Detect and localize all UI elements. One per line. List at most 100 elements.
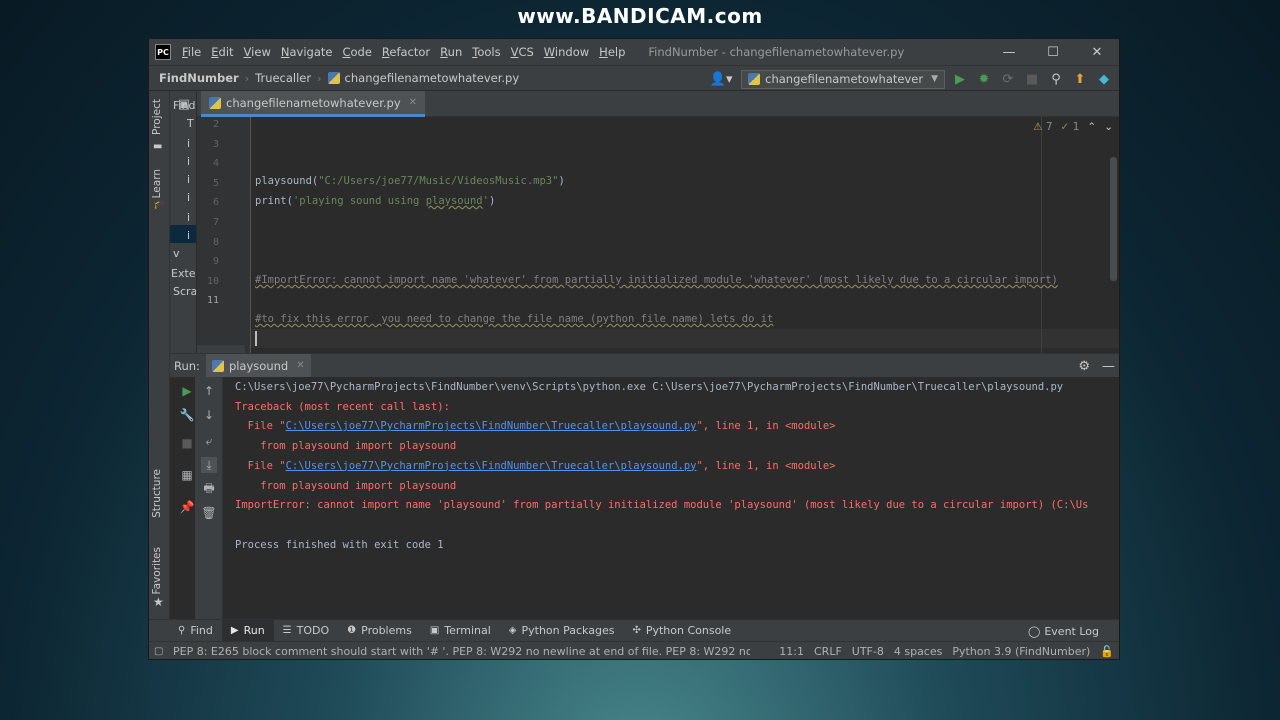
- learn-tool-button[interactable]: Learn: [151, 169, 163, 198]
- console-text: from playsound import playsound: [235, 479, 457, 492]
- run-configuration-select[interactable]: changefilenametowhatever ▼: [741, 69, 945, 89]
- menu-vcs[interactable]: VCS: [506, 45, 539, 59]
- print-icon[interactable]: 🖶: [201, 481, 217, 497]
- tab-todo[interactable]: ☰ TODO: [274, 620, 338, 642]
- project-tree-item[interactable]: Exter: [171, 267, 196, 280]
- close-button[interactable]: ✕: [1075, 39, 1119, 65]
- lock-icon[interactable]: 🔓: [1095, 645, 1119, 658]
- tab-run[interactable]: ▶ Run: [221, 619, 274, 642]
- breadcrumb-file[interactable]: changefilenametowhatever.py: [324, 71, 524, 85]
- settings-gear-icon[interactable]: ⚙: [1078, 359, 1090, 374]
- warning-count[interactable]: ⚠ 7: [1033, 121, 1052, 133]
- file-encoding[interactable]: UTF-8: [847, 645, 889, 658]
- menu-refactor[interactable]: Refactor: [377, 45, 435, 59]
- toggle-tool-windows-icon[interactable]: ▢: [154, 646, 163, 657]
- project-tool-button[interactable]: Project: [151, 99, 163, 135]
- menu-label-rest: ode: [350, 45, 372, 59]
- code-line-4: print('playing sound using playsound'): [255, 195, 495, 207]
- tab-find[interactable]: ⚲ Find: [169, 620, 222, 642]
- jetbrains-icon[interactable]: ◆: [1095, 70, 1113, 88]
- tab-terminal[interactable]: ▣ Terminal: [421, 620, 500, 642]
- project-tree-item[interactable]: i: [187, 191, 190, 204]
- project-tree-item[interactable]: i: [187, 137, 190, 150]
- run-tool-label: Run:: [174, 358, 200, 373]
- menu-run[interactable]: Run: [435, 45, 467, 59]
- run-console[interactable]: C:\Users\joe77\PycharmProjects\FindNumbe…: [223, 377, 1119, 629]
- close-tab-icon[interactable]: ✕: [409, 97, 417, 108]
- menu-file[interactable]: File: [177, 45, 206, 59]
- project-tree-item[interactable]: v: [173, 247, 180, 260]
- menu-label-rest: ile: [187, 45, 202, 59]
- search-icon[interactable]: ⚲: [1047, 70, 1065, 88]
- console-file-link[interactable]: C:\Users\joe77\PycharmProjects\FindNumbe…: [286, 460, 697, 472]
- structure-tool-button[interactable]: Structure: [151, 469, 163, 518]
- wrench-icon[interactable]: 🔧: [179, 407, 195, 423]
- python-interpreter[interactable]: Python 3.9 (FindNumber): [947, 645, 1095, 658]
- code-token: "C:/Users/joe77/Music/VideosMusic.mp3": [318, 175, 559, 187]
- pin-icon[interactable]: 📌: [179, 499, 195, 515]
- tab-python-console[interactable]: ✣ Python Console: [623, 620, 740, 642]
- rerun-icon[interactable]: ▶: [179, 383, 195, 399]
- editor-tab[interactable]: changefilenametowhatever.py ✕: [201, 91, 426, 117]
- menu-navigate[interactable]: Navigate: [276, 45, 338, 59]
- coverage-icon[interactable]: ⟳: [999, 70, 1017, 88]
- hide-panel-icon[interactable]: —: [1102, 359, 1115, 374]
- project-tree-item[interactable]: Scrat: [173, 285, 196, 298]
- maximize-button[interactable]: ☐: [1031, 39, 1075, 65]
- line-separator[interactable]: CRLF: [809, 645, 847, 658]
- tab-python-packages-label: Python Packages: [521, 624, 615, 637]
- list-icon: ☰: [282, 625, 292, 636]
- menu-view[interactable]: View: [239, 45, 276, 59]
- run-icon[interactable]: ▶: [951, 70, 969, 88]
- caret-position[interactable]: 11:1: [774, 645, 809, 658]
- console-file-link[interactable]: C:\Users\joe77\PycharmProjects\FindNumbe…: [286, 420, 697, 432]
- tab-python-packages[interactable]: ◈ Python Packages: [500, 620, 624, 642]
- project-tree-item[interactable]: i: [187, 173, 190, 186]
- run-tab-playsound[interactable]: playsound ✕: [205, 353, 311, 378]
- python-file-icon: [209, 96, 221, 109]
- menu-tools[interactable]: Tools: [467, 45, 505, 59]
- previous-highlight-icon[interactable]: ⌃: [1087, 121, 1096, 133]
- minimize-button[interactable]: —: [987, 39, 1031, 65]
- scroll-down-icon[interactable]: ↓: [201, 407, 217, 423]
- favorites-tool-button[interactable]: Favorites: [151, 547, 163, 594]
- update-icon[interactable]: ⬆: [1071, 70, 1089, 88]
- project-tree-item[interactable]: Find: [173, 99, 196, 112]
- project-tree-item[interactable]: i: [187, 155, 190, 168]
- editor-horizontal-scroll[interactable]: [197, 345, 245, 353]
- menu-edit[interactable]: Edit: [206, 45, 238, 59]
- right-margin-guide: [1041, 117, 1042, 353]
- soft-wrap-icon[interactable]: ⤶: [201, 433, 217, 449]
- breadcrumb-project[interactable]: FindNumber: [155, 71, 243, 85]
- line-number: 2: [212, 119, 219, 130]
- project-tool-icon: ▬: [153, 141, 163, 152]
- menu-code[interactable]: Code: [337, 45, 376, 59]
- editor-scrollbar[interactable]: [1110, 157, 1117, 281]
- warning-icon: ⚠: [1033, 121, 1043, 133]
- scroll-to-end-icon[interactable]: ⤓: [201, 457, 217, 473]
- layout-icon[interactable]: ▦: [179, 467, 195, 483]
- project-tree-item[interactable]: i: [187, 211, 190, 224]
- line-gutter: [197, 117, 251, 353]
- next-highlight-icon[interactable]: ⌄: [1104, 121, 1113, 133]
- trash-icon[interactable]: 🗑: [201, 505, 217, 521]
- inspection-widget[interactable]: ⚠ 7 ✓ 1 ⌃ ⌄: [1033, 121, 1113, 133]
- menu-window[interactable]: Window: [539, 45, 594, 59]
- project-tree-item[interactable]: T: [187, 117, 194, 130]
- tab-problems[interactable]: ❶ Problems: [338, 620, 421, 642]
- debug-icon[interactable]: ✹: [975, 70, 993, 88]
- code-editor[interactable]: 2 3 4 5 6 7 8 9 10 11 playsound("C:/Users/joe77/M…: [197, 117, 1119, 353]
- scroll-up-icon[interactable]: ↑: [201, 383, 217, 399]
- stop-icon[interactable]: ■: [1023, 70, 1041, 88]
- project-tree-item[interactable]: i: [187, 229, 190, 242]
- user-icon[interactable]: 👤▾: [707, 70, 735, 88]
- tab-event-log[interactable]: ◯ Event Log: [1028, 620, 1099, 642]
- status-message[interactable]: PEP 8: E265 block comment should start w…: [173, 645, 750, 658]
- indent-setting[interactable]: 4 spaces: [889, 645, 948, 658]
- stop-icon[interactable]: ■: [179, 435, 195, 451]
- breadcrumb-folder[interactable]: Truecaller: [251, 71, 315, 85]
- menu-help[interactable]: Help: [594, 45, 630, 59]
- close-tab-icon[interactable]: ✕: [296, 360, 304, 371]
- weak-warning-count[interactable]: ✓ 1: [1061, 121, 1080, 133]
- code-line-8: #ImportError: cannot import name 'whatev…: [255, 274, 1058, 286]
